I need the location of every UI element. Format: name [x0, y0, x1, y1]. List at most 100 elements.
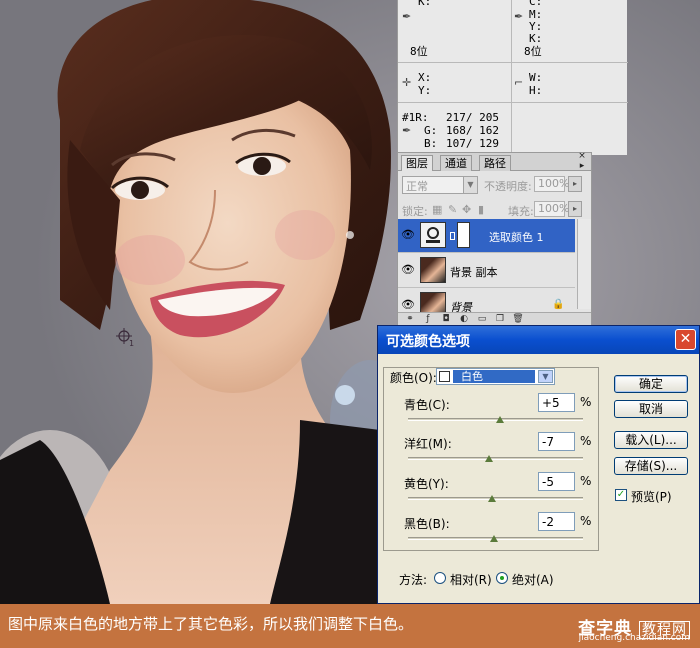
tab-channels[interactable]: 通道	[440, 155, 472, 171]
method-absolute-label: 绝对(A)	[512, 573, 554, 587]
magenta-slider-thumb[interactable]	[485, 455, 493, 462]
load-button[interactable]: 载入(L)...	[614, 431, 688, 449]
layers-toolbar: ⚭ ƒ ◘ ◐ ▭ ❐ 🗑	[398, 312, 591, 326]
opacity-arrow-icon[interactable]: ▸	[568, 176, 582, 192]
lock-label: 锁定:	[402, 205, 428, 218]
percent-sign: %	[580, 395, 592, 409]
magenta-slider-track[interactable]	[408, 457, 583, 460]
layer-mask-thumbnail	[457, 222, 470, 248]
layer-row-selective-color[interactable]: 👁 选取颜色 1	[398, 219, 575, 253]
caption-bar: 图中原来白色的地方带上了其它色彩，所以我们调整下白色。 查字典 教程网 jiao…	[0, 604, 700, 648]
blend-mode-select[interactable]: 正常 ▼	[402, 176, 478, 194]
tab-paths[interactable]: 路径	[479, 155, 511, 171]
info-w: W:	[529, 71, 543, 84]
add-mask-icon[interactable]: ◘	[440, 314, 452, 325]
magenta-value-field[interactable]: -7	[538, 432, 575, 451]
tab-layers[interactable]: 图层	[401, 155, 433, 171]
sampler-eyedropper-icon: ✒	[402, 124, 412, 137]
layers-scrollbar[interactable]	[577, 219, 591, 309]
slider-label: 洋红(M):	[404, 437, 452, 451]
ok-button[interactable]: 确定	[614, 375, 688, 393]
new-layer-icon[interactable]: ❐	[494, 314, 506, 325]
layers-tab-strip: 图层 通道 路径 × ▸	[398, 151, 591, 173]
dimensions-icon: ⌐	[514, 76, 524, 89]
info-b-values: 107/ 129	[446, 137, 499, 150]
layer-thumbnail	[420, 257, 446, 283]
info-g-values: 168/ 162	[446, 124, 499, 137]
new-group-icon[interactable]: ▭	[476, 314, 488, 325]
crosshair-icon: ✛	[402, 76, 412, 89]
info-r-values: 217/ 205	[446, 111, 499, 124]
yellow-value-field[interactable]: -5	[538, 472, 575, 491]
slider-label: 黄色(Y):	[404, 477, 449, 491]
adjustment-layer-icon[interactable]: ◐	[458, 314, 470, 325]
blend-mode-value: 正常	[406, 180, 428, 193]
white-swatch-icon	[439, 371, 450, 382]
yellow-slider-thumb[interactable]	[488, 495, 496, 502]
info-b-label: B:	[424, 137, 438, 150]
info-sample-label: #1R:	[402, 111, 429, 124]
layer-name: 选取颜色 1	[489, 231, 544, 244]
percent-sign: %	[580, 514, 592, 528]
info-x: X:	[418, 71, 432, 84]
slider-label: 黑色(B):	[404, 517, 450, 531]
chevron-down-icon: ▼	[463, 177, 477, 193]
eyedropper-icon: ✒	[402, 10, 412, 23]
opacity-field[interactable]: 100%	[534, 176, 569, 192]
info-bits-right: 8位	[524, 45, 542, 58]
info-c: C:	[529, 0, 543, 8]
close-icon[interactable]: ✕	[675, 329, 696, 350]
info-k: K:	[529, 32, 543, 45]
cyan-slider-thumb[interactable]	[496, 416, 504, 423]
fill-arrow-icon[interactable]: ▸	[568, 201, 582, 217]
info-k-left: K:	[418, 0, 432, 8]
eyedropper-icon-right: ✒	[514, 10, 524, 23]
chevron-down-icon: ▼	[538, 370, 553, 383]
percent-sign: %	[580, 434, 592, 448]
adjustment-layer-thumbnail	[420, 222, 446, 248]
trash-icon[interactable]: 🗑	[512, 314, 524, 325]
lock-all-icon[interactable]: ▮	[478, 203, 484, 216]
opacity-label: 不透明度:	[484, 180, 532, 193]
black-slider-thumb[interactable]	[490, 535, 498, 542]
info-h: H:	[529, 84, 543, 97]
svg-text:1: 1	[129, 339, 134, 348]
eye-icon[interactable]: 👁	[400, 228, 416, 244]
watermark-url: jiaocheng.chazidian.com	[578, 633, 690, 643]
info-y-coord: Y:	[418, 84, 432, 97]
cyan-value-field[interactable]: +5	[538, 393, 575, 412]
lock-transparency-icon[interactable]: ▦	[432, 203, 442, 216]
link-layers-icon[interactable]: ⚭	[404, 314, 416, 325]
lock-pixels-icon[interactable]: ✎	[448, 203, 457, 216]
info-bits-left: 8位	[410, 45, 428, 58]
percent-sign: %	[580, 474, 592, 488]
caption-text: 图中原来白色的地方带上了其它色彩，所以我们调整下白色。	[8, 615, 414, 633]
info-panel: K: ✒ C: ✒ M: Y: K: 8位 8位 ✛ X: Y: ⌐ W: H:…	[397, 0, 628, 155]
eye-icon[interactable]: 👁	[400, 263, 416, 279]
save-button[interactable]: 存储(S)...	[614, 457, 688, 475]
colors-label: 颜色(O):	[390, 371, 437, 385]
slider-label: 青色(C):	[404, 398, 450, 412]
dialog-title: 可选颜色选项	[386, 334, 470, 350]
fill-label: 填充:	[508, 205, 534, 218]
lock-position-icon[interactable]: ✥	[462, 203, 471, 216]
method-relative-label: 相对(R)	[450, 573, 492, 587]
colors-select[interactable]: 白色 ▼	[436, 368, 555, 385]
method-label: 方法:	[399, 573, 428, 587]
method-absolute-radio[interactable]	[496, 572, 508, 584]
layer-style-icon[interactable]: ƒ	[422, 314, 434, 325]
preview-label: 预览(P)	[631, 490, 672, 504]
black-value-field[interactable]: -2	[538, 512, 575, 531]
cancel-button[interactable]: 取消	[614, 400, 688, 418]
colors-select-value: 白色	[453, 370, 535, 383]
link-icon	[450, 232, 455, 240]
panel-menu-icon[interactable]: ▸	[576, 161, 588, 173]
selective-color-dialog: 可选颜色选项 ✕ 颜色(O): 白色 ▼ 青色(C): +5 % 洋红(M): …	[377, 325, 700, 604]
layer-name: 背景 副本	[450, 266, 498, 279]
layer-row-background-copy[interactable]: 👁 背景 副本	[398, 254, 575, 288]
dialog-title-bar[interactable]: 可选颜色选项	[378, 326, 699, 354]
lock-icon: 🔒	[552, 299, 565, 310]
method-relative-radio[interactable]	[434, 572, 446, 584]
fill-field[interactable]: 100%	[534, 201, 569, 217]
preview-checkbox[interactable]: ✓	[615, 489, 627, 501]
